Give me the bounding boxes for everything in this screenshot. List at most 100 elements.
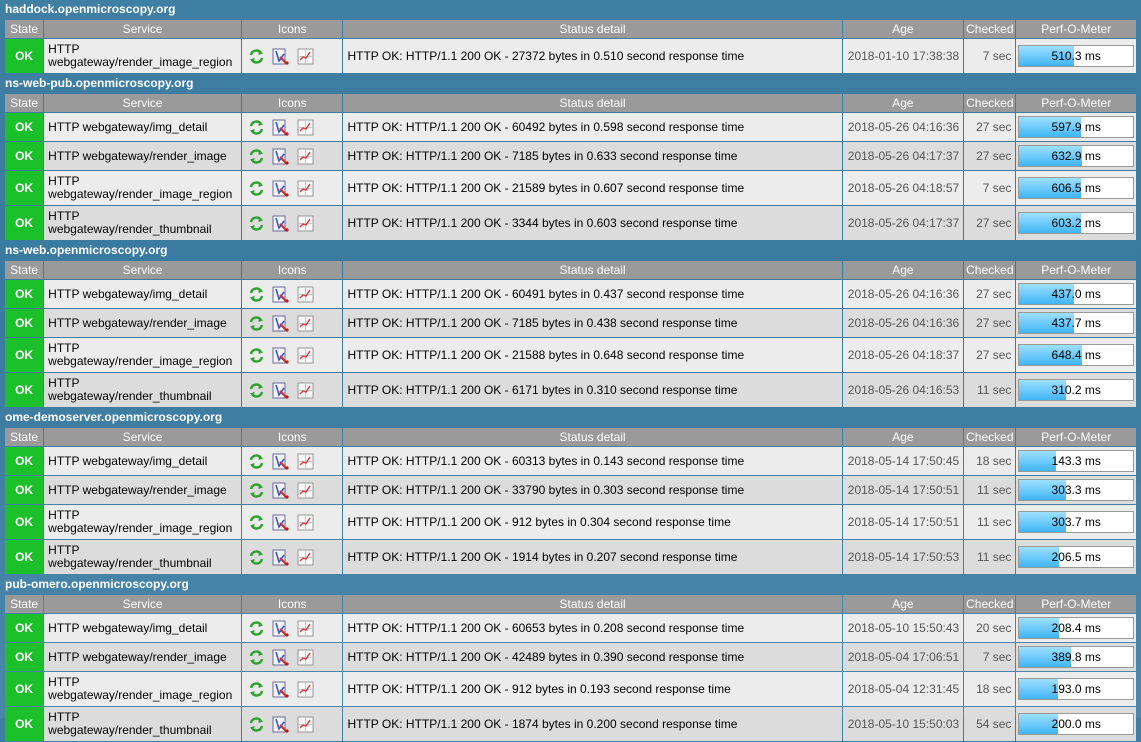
graph-icon[interactable] xyxy=(297,347,314,364)
col-state-header[interactable]: State xyxy=(5,595,44,613)
host-name[interactable]: ome-demoserver.openmicroscopy.org xyxy=(5,408,1138,427)
service-name[interactable]: HTTP webgateway/render_image xyxy=(44,476,242,504)
perf-o-meter[interactable]: 510.3 ms xyxy=(1016,39,1136,73)
host-name[interactable]: ns-web-pub.openmicroscopy.org xyxy=(5,74,1138,93)
perf-o-meter[interactable]: 208.4 ms xyxy=(1016,614,1136,642)
reschedule-icon[interactable] xyxy=(248,315,265,332)
col-perf-header[interactable]: Perf-O-Meter xyxy=(1016,261,1136,279)
reschedule-icon[interactable] xyxy=(248,347,265,364)
col-status-header[interactable]: Status detail xyxy=(343,428,842,446)
service-name[interactable]: HTTP webgateway/render_image xyxy=(44,643,242,671)
col-age-header[interactable]: Age xyxy=(842,595,964,613)
reschedule-icon[interactable] xyxy=(248,716,265,733)
reschedule-icon[interactable] xyxy=(248,549,265,566)
col-state-header[interactable]: State xyxy=(5,94,44,112)
graph-icon[interactable] xyxy=(297,453,314,470)
col-state-header[interactable]: State xyxy=(5,428,44,446)
col-age-header[interactable]: Age xyxy=(842,20,964,38)
edit-icon[interactable] xyxy=(272,347,289,364)
service-label[interactable]: HTTP webgateway/render_image_region xyxy=(48,509,237,535)
service-name[interactable]: HTTP webgateway/render_image_region xyxy=(44,672,242,706)
perf-o-meter[interactable]: 200.0 ms xyxy=(1016,707,1136,741)
reschedule-icon[interactable] xyxy=(248,48,265,65)
col-perf-header[interactable]: Perf-O-Meter xyxy=(1016,428,1136,446)
graph-icon[interactable] xyxy=(297,119,314,136)
service-label[interactable]: HTTP webgateway/render_image xyxy=(48,149,237,163)
service-name[interactable]: HTTP webgateway/render_thumbnail xyxy=(44,373,242,407)
graph-icon[interactable] xyxy=(297,549,314,566)
edit-icon[interactable] xyxy=(272,514,289,531)
service-label[interactable]: HTTP webgateway/img_detail xyxy=(48,454,237,468)
reschedule-icon[interactable] xyxy=(248,620,265,637)
graph-icon[interactable] xyxy=(297,148,314,165)
service-label[interactable]: HTTP webgateway/render_image xyxy=(48,650,237,664)
edit-icon[interactable] xyxy=(272,148,289,165)
service-name[interactable]: HTTP webgateway/render_image_region xyxy=(44,505,242,539)
service-name[interactable]: HTTP webgateway/render_thumbnail xyxy=(44,540,242,574)
col-age-header[interactable]: Age xyxy=(842,428,964,446)
col-state-header[interactable]: State xyxy=(5,20,44,38)
reschedule-icon[interactable] xyxy=(248,148,265,165)
graph-icon[interactable] xyxy=(297,215,314,232)
perf-o-meter[interactable]: 606.5 ms xyxy=(1016,171,1136,205)
reschedule-icon[interactable] xyxy=(248,649,265,666)
graph-icon[interactable] xyxy=(297,382,314,399)
col-service-header[interactable]: Service xyxy=(44,94,242,112)
service-name[interactable]: HTTP webgateway/img_detail xyxy=(44,447,242,475)
service-name[interactable]: HTTP webgateway/img_detail xyxy=(44,280,242,308)
reschedule-icon[interactable] xyxy=(248,180,265,197)
perf-o-meter[interactable]: 389.8 ms xyxy=(1016,643,1136,671)
reschedule-icon[interactable] xyxy=(248,681,265,698)
perf-o-meter[interactable]: 648.4 ms xyxy=(1016,338,1136,372)
col-checked-header[interactable]: Checked xyxy=(964,261,1016,279)
perf-o-meter[interactable]: 632.9 ms xyxy=(1016,142,1136,170)
col-age-header[interactable]: Age xyxy=(842,94,964,112)
graph-icon[interactable] xyxy=(297,681,314,698)
col-state-header[interactable]: State xyxy=(5,261,44,279)
service-label[interactable]: HTTP webgateway/render_thumbnail xyxy=(48,210,237,236)
edit-icon[interactable] xyxy=(272,119,289,136)
service-label[interactable]: HTTP webgateway/img_detail xyxy=(48,287,237,301)
service-label[interactable]: HTTP webgateway/render_image_region xyxy=(48,342,237,368)
col-service-header[interactable]: Service xyxy=(44,428,242,446)
perf-o-meter[interactable]: 143.3 ms xyxy=(1016,447,1136,475)
col-service-header[interactable]: Service xyxy=(44,20,242,38)
graph-icon[interactable] xyxy=(297,514,314,531)
col-checked-header[interactable]: Checked xyxy=(964,595,1016,613)
edit-icon[interactable] xyxy=(272,716,289,733)
reschedule-icon[interactable] xyxy=(248,482,265,499)
graph-icon[interactable] xyxy=(297,48,314,65)
host-name[interactable]: pub-omero.openmicroscopy.org xyxy=(5,575,1138,594)
col-age-header[interactable]: Age xyxy=(842,261,964,279)
edit-icon[interactable] xyxy=(272,482,289,499)
edit-icon[interactable] xyxy=(272,453,289,470)
col-checked-header[interactable]: Checked xyxy=(964,428,1016,446)
perf-o-meter[interactable]: 206.5 ms xyxy=(1016,540,1136,574)
graph-icon[interactable] xyxy=(297,649,314,666)
perf-o-meter[interactable]: 303.3 ms xyxy=(1016,476,1136,504)
col-perf-header[interactable]: Perf-O-Meter xyxy=(1016,595,1136,613)
edit-icon[interactable] xyxy=(272,649,289,666)
edit-icon[interactable] xyxy=(272,215,289,232)
graph-icon[interactable] xyxy=(297,716,314,733)
graph-icon[interactable] xyxy=(297,286,314,303)
edit-icon[interactable] xyxy=(272,286,289,303)
perf-o-meter[interactable]: 597.9 ms xyxy=(1016,113,1136,141)
col-service-header[interactable]: Service xyxy=(44,261,242,279)
col-status-header[interactable]: Status detail xyxy=(343,595,842,613)
service-name[interactable]: HTTP webgateway/render_image xyxy=(44,142,242,170)
edit-icon[interactable] xyxy=(272,382,289,399)
perf-o-meter[interactable]: 310.2 ms xyxy=(1016,373,1136,407)
service-name[interactable]: HTTP webgateway/render_image xyxy=(44,309,242,337)
service-name[interactable]: HTTP webgateway/render_image_region xyxy=(44,171,242,205)
service-name[interactable]: HTTP webgateway/img_detail xyxy=(44,614,242,642)
service-label[interactable]: HTTP webgateway/render_image_region xyxy=(48,43,237,69)
service-name[interactable]: HTTP webgateway/render_image_region xyxy=(44,39,242,73)
service-label[interactable]: HTTP webgateway/render_image_region xyxy=(48,676,237,702)
service-label[interactable]: HTTP webgateway/render_image xyxy=(48,483,237,497)
edit-icon[interactable] xyxy=(272,549,289,566)
graph-icon[interactable] xyxy=(297,180,314,197)
edit-icon[interactable] xyxy=(272,180,289,197)
col-status-header[interactable]: Status detail xyxy=(343,261,842,279)
col-perf-header[interactable]: Perf-O-Meter xyxy=(1016,20,1136,38)
